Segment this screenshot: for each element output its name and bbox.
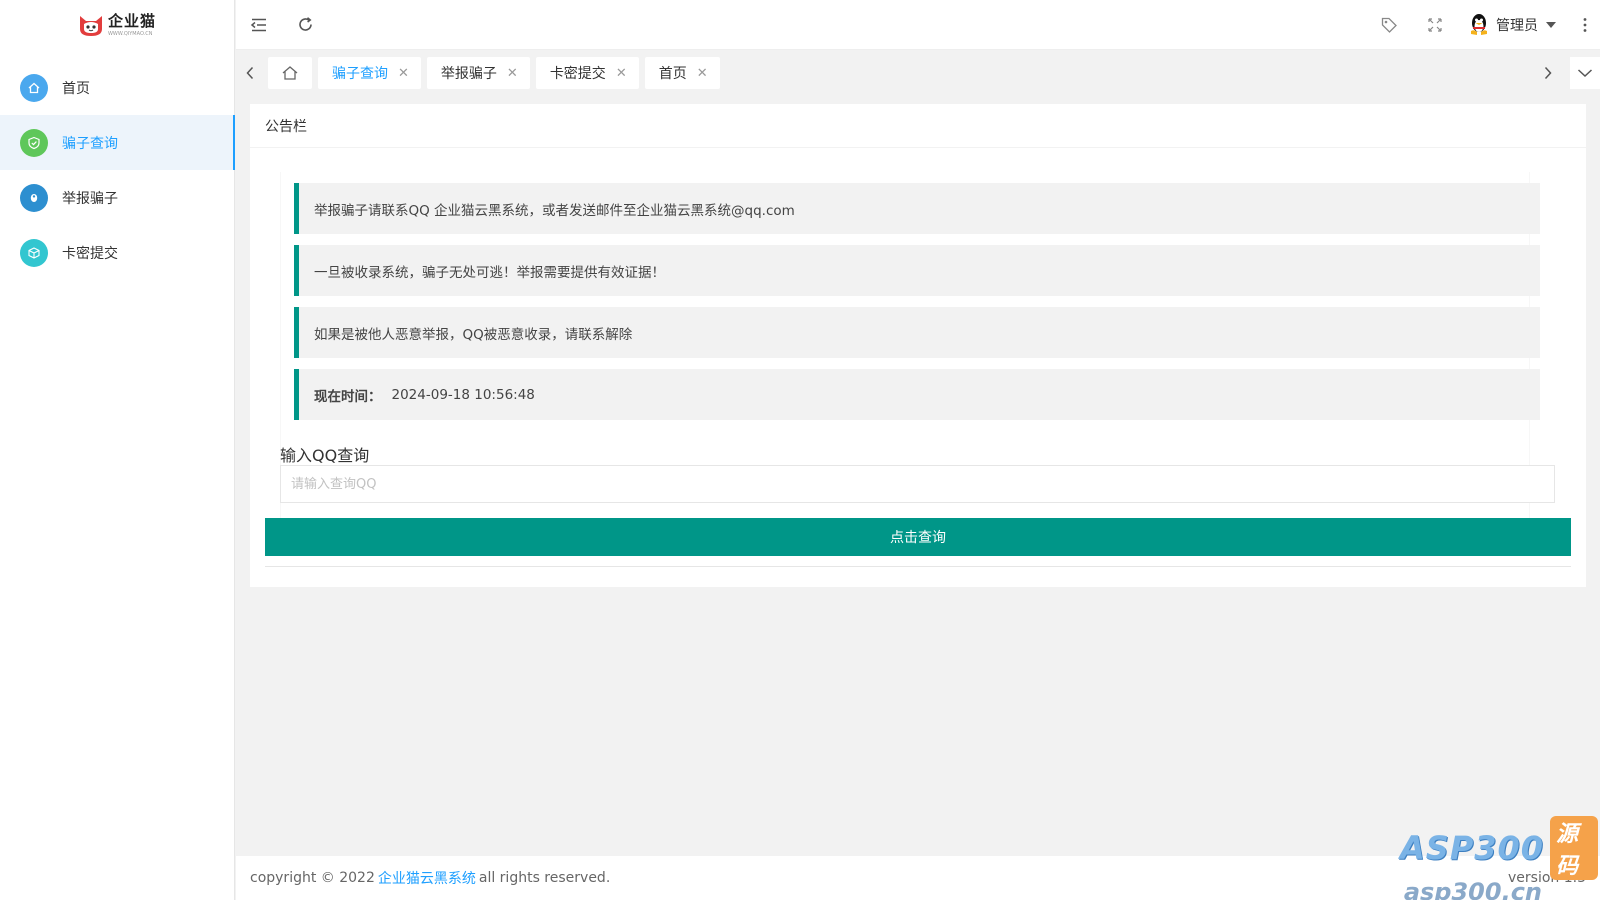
watermark-tag: 源码 [1550,816,1598,880]
user-name: 管理员 [1496,17,1538,34]
footer-system-link[interactable]: 企业猫云黑系统 [378,868,476,888]
close-icon[interactable]: ✕ [398,66,409,81]
watermark-brand-text: ASP300 [1400,829,1545,867]
tabs-scroll-left-button[interactable] [236,57,264,89]
more-button[interactable] [1570,0,1600,50]
brand-subtitle: WWW.QIYMAO.CN [107,31,153,37]
card-title: 公告栏 [250,104,1586,148]
close-icon[interactable]: ✕ [507,66,518,81]
tabs-menu-button[interactable] [1570,57,1600,89]
tab-label: 举报骗子 [440,66,497,82]
cube-icon [20,238,48,267]
watermark-brand: ASP300 源码 [1400,816,1600,880]
notice-item: 一旦被收录系统，骗子无处可逃！举报需要提供有效证据！ [294,245,1540,296]
query-button[interactable]: 点击查询 [265,518,1571,556]
tag-icon [1381,17,1397,33]
divider [265,566,1571,567]
notice-text: 举报骗子请联系QQ 企业猫云黑系统，或者发送邮件至企业猫云黑系统@qq.com [314,202,795,219]
user-menu[interactable]: 管理员 [1458,13,1570,37]
brand-name: 企业猫 [107,12,156,30]
more-vertical-icon [1583,17,1587,32]
tab-label: 首页 [658,66,687,82]
tabs-scroll-right-button[interactable] [1534,57,1562,89]
sidebar-item-label: 举报骗子 [62,190,118,207]
close-icon[interactable]: ✕ [697,66,708,81]
sidebar-item-label: 骗子查询 [62,135,118,152]
avatar [1471,13,1487,35]
tab-home-page[interactable]: 首页 ✕ [644,57,720,89]
shield-check-icon [20,128,48,157]
tabs-right-controls [1534,57,1600,89]
close-icon[interactable]: ✕ [616,66,627,81]
tab-home[interactable] [268,57,312,89]
fullscreen-button[interactable] [1412,0,1458,50]
sidebar: 企业猫 WWW.QIYMAO.CN 首页 骗子查询 举报骗子 卡密提交 [0,0,235,900]
qq-query-label: 输入QQ查询 [280,446,370,465]
notice-item: 举报骗子请联系QQ 企业猫云黑系统，或者发送邮件至企业猫云黑系统@qq.com [294,183,1540,234]
tab-card-submit[interactable]: 卡密提交 ✕ [535,57,639,89]
menu-toggle-button[interactable] [236,0,282,50]
sidebar-item-card-submit[interactable]: 卡密提交 [0,225,234,280]
current-time-label: 现在时间： [314,388,382,405]
home-outline-icon [282,66,298,80]
sidebar-item-scammer-query[interactable]: 骗子查询 [0,115,235,170]
chevron-right-icon [1544,66,1552,80]
sidebar-item-home[interactable]: 首页 [0,60,234,115]
sidebar-menu: 首页 骗子查询 举报骗子 卡密提交 [0,60,235,280]
chevron-down-icon [1577,69,1593,78]
cat-logo-icon [79,15,102,36]
logo-mark: 企业猫 WWW.QIYMAO.CN [78,14,156,38]
copyright-suffix: all rights reserved. [478,870,611,886]
current-time-item: 现在时间： 2024-09-18 10:56:48 [294,369,1540,420]
chevron-left-icon [246,66,254,80]
notice-text: 一旦被收录系统，骗子无处可逃！举报需要提供有效证据！ [314,264,665,281]
home-icon [20,73,48,102]
footer: copyright © 2022 企业猫云黑系统 all rights rese… [236,856,1600,900]
fullscreen-icon [1428,17,1442,32]
tab-bar: 骗子查询 ✕ 举报骗子 ✕ 卡密提交 ✕ 首页 ✕ [236,50,1600,96]
caret-down-icon [1546,21,1556,28]
qq-search-input[interactable] [280,465,1555,503]
theme-button[interactable] [1366,0,1412,50]
top-header: 管理员 [236,0,1600,50]
sidebar-item-report-scammer[interactable]: 举报骗子 [0,170,234,225]
tab-label: 骗子查询 [332,66,388,82]
refresh-icon [298,17,312,31]
watermark: ASP300 源码 asp300.cn [1400,816,1600,900]
menu-fold-icon [250,18,266,31]
notice-item: 如果是被他人恶意举报，QQ被恶意收录，请联系解除 [294,307,1540,358]
notice-text: 如果是被他人恶意举报，QQ被恶意收录，请联系解除 [314,326,633,343]
user-icon [20,183,48,212]
copyright-prefix: copyright © 2022 [250,870,375,886]
tab-scammer-query[interactable]: 骗子查询 ✕ [318,57,421,89]
current-time-value: 2024-09-18 10:56:48 [391,386,535,403]
watermark-url: asp300.cn [1403,878,1542,900]
refresh-button[interactable] [282,0,328,50]
header-right: 管理员 [1366,0,1600,50]
tab-report-scammer[interactable]: 举报骗子 ✕ [426,57,530,89]
tab-label: 卡密提交 [549,66,606,82]
logo[interactable]: 企业猫 WWW.QIYMAO.CN [0,0,234,51]
sidebar-item-label: 首页 [62,80,90,97]
sidebar-item-label: 卡密提交 [62,245,118,262]
